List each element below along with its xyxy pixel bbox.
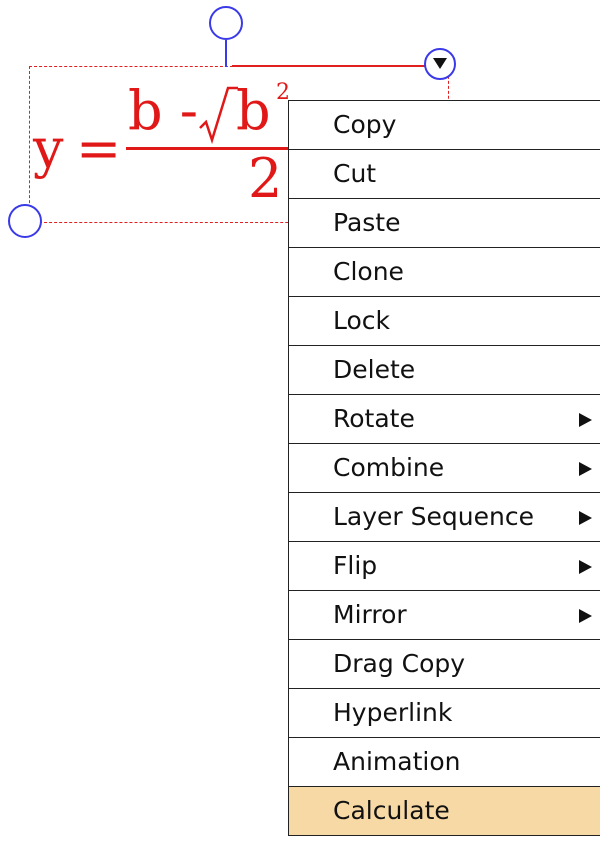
menu-item-cut[interactable]: Cut: [289, 150, 600, 199]
menu-item-lock[interactable]: Lock: [289, 297, 600, 346]
formula-equals: =: [76, 117, 122, 180]
context-menu: Copy Cut Paste Clone Lock Delete Rotate …: [288, 100, 600, 836]
menu-item-label: Paste: [333, 208, 401, 237]
submenu-arrow-icon: [579, 609, 592, 623]
menu-item-label: Lock: [333, 306, 391, 335]
submenu-arrow-icon: [579, 462, 592, 476]
menu-item-label: Clone: [333, 257, 404, 286]
formula-lhs: y: [33, 117, 64, 180]
menu-item-label: Rotate: [333, 404, 415, 433]
menu-item-paste[interactable]: Paste: [289, 199, 600, 248]
menu-item-label: Animation: [333, 747, 461, 776]
menu-item-animation[interactable]: Animation: [289, 738, 600, 787]
menu-item-calculate[interactable]: Calculate: [289, 787, 600, 836]
rotate-handle-stem: [225, 40, 227, 67]
menu-item-label: Cut: [333, 159, 377, 188]
formula-radicand-base: b: [236, 79, 271, 142]
submenu-arrow-icon: [579, 560, 592, 574]
menu-item-copy[interactable]: Copy: [289, 101, 600, 150]
square-root-icon: [199, 86, 238, 145]
menu-item-clone[interactable]: Clone: [289, 248, 600, 297]
menu-item-label: Mirror: [333, 600, 407, 629]
menu-item-mirror[interactable]: Mirror: [289, 591, 600, 640]
rotate-handle[interactable]: [209, 6, 243, 40]
formula-numerator: b -: [128, 79, 198, 142]
formula-denominator: 2: [248, 147, 283, 210]
menu-item-label: Delete: [333, 355, 416, 384]
menu-item-delete[interactable]: Delete: [289, 346, 600, 395]
menu-item-flip[interactable]: Flip: [289, 542, 600, 591]
submenu-arrow-icon: [579, 413, 592, 427]
menu-item-label: Drag Copy: [333, 649, 466, 678]
menu-item-layer-sequence[interactable]: Layer Sequence: [289, 493, 600, 542]
drawing-canvas[interactable]: y = b - b 2 2 Copy Cut Paste Clone Lock …: [0, 0, 600, 847]
selection-top-edge: [232, 65, 442, 67]
resize-handle-bottom-left[interactable]: [8, 204, 42, 238]
menu-item-label: Flip: [333, 551, 378, 580]
menu-item-label: Hyperlink: [333, 698, 453, 727]
menu-item-label: Copy: [333, 110, 397, 139]
menu-item-hyperlink[interactable]: Hyperlink: [289, 689, 600, 738]
object-menu-dropdown-icon[interactable]: [424, 48, 456, 80]
menu-item-label: Layer Sequence: [333, 502, 534, 531]
menu-item-combine[interactable]: Combine: [289, 444, 600, 493]
menu-item-label: Combine: [333, 453, 445, 482]
menu-item-drag-copy[interactable]: Drag Copy: [289, 640, 600, 689]
submenu-arrow-icon: [579, 511, 592, 525]
menu-item-rotate[interactable]: Rotate: [289, 395, 600, 444]
menu-item-label: Calculate: [333, 796, 450, 825]
